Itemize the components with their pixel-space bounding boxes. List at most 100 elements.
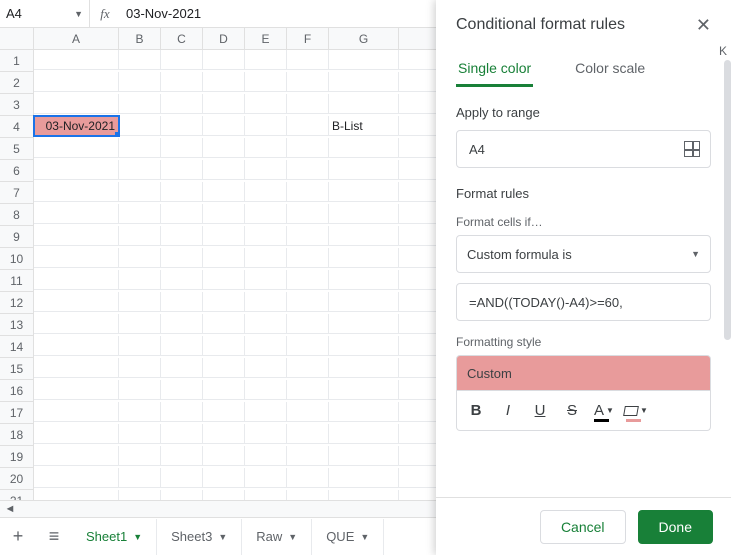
tab-color-scale[interactable]: Color scale xyxy=(573,52,647,87)
cell[interactable] xyxy=(245,270,287,290)
cell[interactable] xyxy=(287,160,329,180)
bold-button[interactable]: B xyxy=(461,396,491,426)
row-header[interactable]: 2 xyxy=(0,72,34,94)
cell[interactable] xyxy=(329,446,399,466)
rule-type-select[interactable]: Custom formula is ▼ xyxy=(456,235,711,273)
cell[interactable] xyxy=(161,116,203,136)
cell[interactable] xyxy=(245,160,287,180)
cell[interactable] xyxy=(203,336,245,356)
cell[interactable] xyxy=(329,336,399,356)
cell[interactable] xyxy=(245,72,287,92)
cell[interactable] xyxy=(203,116,245,136)
cell[interactable] xyxy=(34,468,119,488)
cell[interactable] xyxy=(34,72,119,92)
cell[interactable] xyxy=(245,314,287,334)
cell[interactable] xyxy=(119,248,161,268)
cell[interactable] xyxy=(34,50,119,70)
cell[interactable] xyxy=(119,468,161,488)
cell[interactable] xyxy=(245,358,287,378)
cell[interactable] xyxy=(287,358,329,378)
cell[interactable] xyxy=(161,380,203,400)
row-header[interactable]: 3 xyxy=(0,94,34,116)
cell[interactable] xyxy=(287,226,329,246)
row-header[interactable]: 16 xyxy=(0,380,34,402)
cell[interactable] xyxy=(329,424,399,444)
cell[interactable] xyxy=(119,358,161,378)
cell[interactable] xyxy=(287,380,329,400)
cell[interactable] xyxy=(287,50,329,70)
row-header[interactable]: 5 xyxy=(0,138,34,160)
cell[interactable] xyxy=(245,226,287,246)
text-color-button[interactable]: A▼ xyxy=(589,396,619,426)
row-header[interactable]: 18 xyxy=(0,424,34,446)
row-header[interactable]: 6 xyxy=(0,160,34,182)
row-header[interactable]: 20 xyxy=(0,468,34,490)
cell[interactable] xyxy=(34,380,119,400)
cell[interactable] xyxy=(287,270,329,290)
cell[interactable] xyxy=(287,292,329,312)
cell[interactable] xyxy=(161,446,203,466)
cell[interactable] xyxy=(34,160,119,180)
cell[interactable] xyxy=(203,424,245,444)
cell[interactable] xyxy=(203,292,245,312)
cell[interactable] xyxy=(119,116,161,136)
cell[interactable] xyxy=(329,182,399,202)
cell[interactable] xyxy=(119,226,161,246)
cell[interactable] xyxy=(161,138,203,158)
add-sheet-button[interactable]: + xyxy=(0,519,36,555)
cell[interactable]: B-List xyxy=(329,116,399,136)
cell[interactable] xyxy=(34,138,119,158)
cell[interactable] xyxy=(203,182,245,202)
cell[interactable] xyxy=(287,182,329,202)
column-header[interactable]: D xyxy=(203,28,245,50)
cell[interactable] xyxy=(161,226,203,246)
cell[interactable] xyxy=(34,358,119,378)
cell[interactable] xyxy=(329,402,399,422)
apply-range-field[interactable] xyxy=(456,130,711,168)
select-all-corner[interactable] xyxy=(0,28,34,50)
cell[interactable] xyxy=(161,358,203,378)
sheet-tab[interactable]: QUE▼ xyxy=(312,519,384,555)
cell[interactable] xyxy=(34,292,119,312)
column-header[interactable]: G xyxy=(329,28,399,50)
apply-range-input[interactable] xyxy=(467,141,684,158)
scroll-left-icon[interactable]: ◄ xyxy=(0,503,20,515)
cell[interactable] xyxy=(245,468,287,488)
cell[interactable] xyxy=(34,424,119,444)
cell[interactable] xyxy=(203,138,245,158)
cell[interactable] xyxy=(119,292,161,312)
column-header[interactable]: E xyxy=(245,28,287,50)
cell[interactable] xyxy=(287,248,329,268)
cell[interactable] xyxy=(203,226,245,246)
sheet-tab[interactable]: Raw▼ xyxy=(242,519,312,555)
cell[interactable] xyxy=(119,182,161,202)
row-header[interactable]: 15 xyxy=(0,358,34,380)
cell[interactable] xyxy=(329,270,399,290)
sheet-tab[interactable]: Sheet3▼ xyxy=(157,519,242,555)
cell[interactable] xyxy=(329,72,399,92)
cell[interactable] xyxy=(161,50,203,70)
cell[interactable] xyxy=(161,336,203,356)
cell[interactable] xyxy=(119,50,161,70)
cell[interactable] xyxy=(119,314,161,334)
close-icon[interactable]: ✕ xyxy=(696,16,711,34)
cell[interactable] xyxy=(287,468,329,488)
cell[interactable] xyxy=(34,402,119,422)
cell[interactable] xyxy=(287,336,329,356)
column-header[interactable]: A xyxy=(34,28,119,50)
cell[interactable] xyxy=(161,270,203,290)
cell[interactable] xyxy=(245,336,287,356)
cell[interactable] xyxy=(245,292,287,312)
cell[interactable] xyxy=(245,138,287,158)
done-button[interactable]: Done xyxy=(638,510,713,544)
cell[interactable] xyxy=(287,204,329,224)
row-header[interactable]: 17 xyxy=(0,402,34,424)
cell[interactable] xyxy=(34,446,119,466)
cell[interactable] xyxy=(329,314,399,334)
row-header[interactable]: 12 xyxy=(0,292,34,314)
cell[interactable] xyxy=(119,380,161,400)
row-header[interactable]: 10 xyxy=(0,248,34,270)
cell[interactable] xyxy=(287,116,329,136)
cell[interactable] xyxy=(245,424,287,444)
cell[interactable] xyxy=(245,204,287,224)
